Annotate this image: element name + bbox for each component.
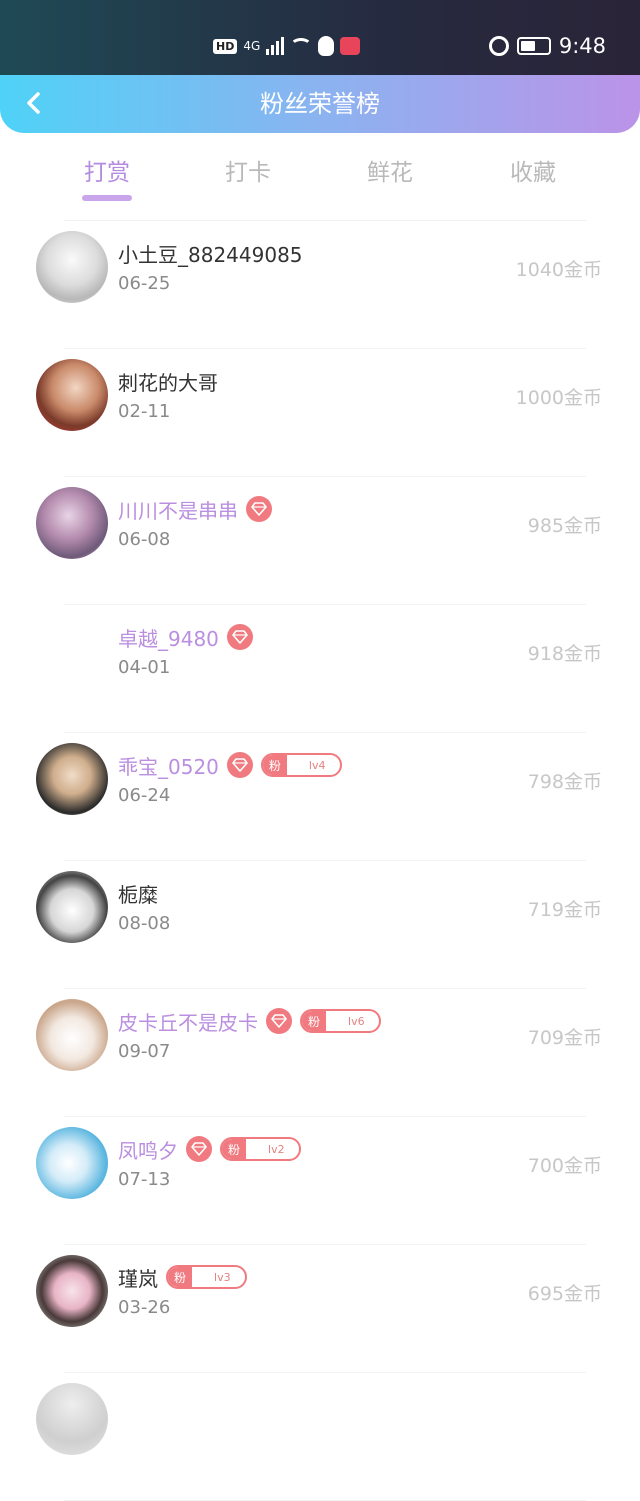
coin-amount: 1000金币 [515,387,602,409]
diamond-icon [246,496,272,522]
tab-favorites[interactable]: 收藏 [483,153,583,187]
avatar[interactable] [36,999,108,1071]
list-item[interactable]: 刺花的大哥 02-11 1000金币 [0,349,640,477]
date: 06-25 [118,273,171,294]
coin-amount: 719金币 [527,899,602,921]
date: 02-11 [118,401,171,422]
avatar[interactable] [36,871,108,943]
tab-checkin[interactable]: 打卡 [198,153,298,187]
fan-level-badge: 粉 lv4 [260,753,342,777]
ranking-list: 小土豆_882449085 06-25 1040金币刺花的大哥 02-11 1000金币… [0,221,640,1501]
avatar[interactable] [36,615,108,687]
fan-badge-label: 粉 [168,1267,193,1287]
wifi-icon [290,38,313,54]
name-line: 瑾岚粉 lv3 [118,1263,247,1291]
user-name[interactable]: 卓越_9480 [118,623,219,652]
avatar[interactable] [36,359,108,431]
fan-level-badge: 粉 lv3 [166,1265,247,1289]
date: 07-13 [118,1169,171,1190]
coin-amount: 918金币 [527,643,602,665]
date: 06-24 [118,785,171,806]
name-line: 凤鸣夕 粉 lv2 [118,1135,301,1163]
fan-level: lv3 [214,1270,231,1284]
network-type: 4G [243,39,261,53]
list-item[interactable]: 皮卡丘不是皮卡 粉 lv6 09-07 709金币 [0,989,640,1117]
signal-icon [266,37,285,55]
qq-icon [318,36,335,56]
avatar[interactable] [36,231,108,303]
user-name[interactable]: 刺花的大哥 [118,367,218,396]
name-line: 小土豆_882449085 [118,239,303,267]
date: 09-07 [118,1041,171,1062]
user-name[interactable]: 瑾岚 [118,1263,158,1292]
date: 08-08 [118,913,171,934]
status-right: 9:48 [488,34,606,58]
list-item[interactable]: 卓越_9480 04-01 918金币 [0,605,640,733]
list-item[interactable]: 栀糜 08-08 719金币 [0,861,640,989]
user-name[interactable]: 皮卡丘不是皮卡 [118,1007,258,1036]
coin-amount: 985金币 [527,515,602,537]
date: 04-01 [118,657,171,678]
user-name[interactable]: 乖宝_0520 [118,751,219,780]
coin-amount: 798金币 [527,771,602,793]
list-item[interactable]: 瑾岚粉 lv3 03-26 695金币 [0,1245,640,1373]
name-line: 皮卡丘不是皮卡 粉 lv6 [118,1007,381,1035]
app-notification-icon [340,37,361,55]
clock: 9:48 [558,34,606,58]
coin-amount: 709金币 [527,1027,602,1049]
diamond-icon [186,1136,212,1162]
user-name[interactable]: 小土豆_882449085 [118,239,303,268]
avatar[interactable] [36,1255,108,1327]
name-line: 乖宝_0520 粉 lv4 [118,751,342,779]
date: 06-08 [118,529,171,550]
user-name[interactable]: 凤鸣夕 [118,1135,178,1164]
tab-flowers[interactable]: 鲜花 [340,153,440,187]
name-line: 栀糜 [118,879,158,907]
hd-badge: HD [213,38,238,54]
avatar[interactable] [36,1127,108,1199]
battery-icon [516,37,551,55]
user-name[interactable]: 川川不是串串 [118,495,238,524]
tab-indicator [82,195,132,201]
coin-amount: 700金币 [527,1155,602,1177]
avatar[interactable] [36,1383,108,1455]
diamond-icon [226,752,253,778]
avatar[interactable] [36,743,108,815]
date: 03-26 [118,1297,171,1318]
coin-amount: 695金币 [527,1283,602,1305]
list-item[interactable]: 小土豆_882449085 06-25 1040金币 [0,221,640,349]
name-line: 刺花的大哥 [118,367,218,395]
list-item[interactable] [0,1373,640,1501]
diamond-icon [226,624,253,650]
tab-bar: 打赏 打卡 鲜花 收藏 [0,133,640,221]
fan-level: lv4 [308,758,326,772]
fan-level: lv6 [348,1014,365,1028]
fan-level: lv2 [268,1142,285,1156]
name-line: 川川不是串串 [118,495,272,523]
user-name[interactable]: 栀糜 [118,879,158,908]
page-title: 粉丝荣誉榜 [260,90,380,118]
alarm-icon [488,36,509,56]
page-header: 粉丝荣誉榜 [0,75,640,133]
fan-badge-label: 粉 [222,1139,247,1159]
fan-badge-label: 粉 [302,1011,327,1031]
coin-amount: 1040金币 [515,259,602,281]
list-item[interactable]: 乖宝_0520 粉 lv4 06-24 798金币 [0,733,640,861]
avatar[interactable] [36,487,108,559]
list-item[interactable]: 凤鸣夕 粉 lv2 07-13 700金币 [0,1117,640,1245]
diamond-icon [266,1008,292,1034]
status-left: HD 4G [213,36,361,56]
fan-level-badge: 粉 lv6 [300,1009,381,1033]
fan-level-badge: 粉 lv2 [220,1137,301,1161]
list-item[interactable]: 川川不是串串 06-08 985金币 [0,477,640,605]
tab-reward[interactable]: 打赏 [57,153,157,187]
name-line: 卓越_9480 [118,623,253,651]
fan-badge-label: 粉 [262,755,287,775]
